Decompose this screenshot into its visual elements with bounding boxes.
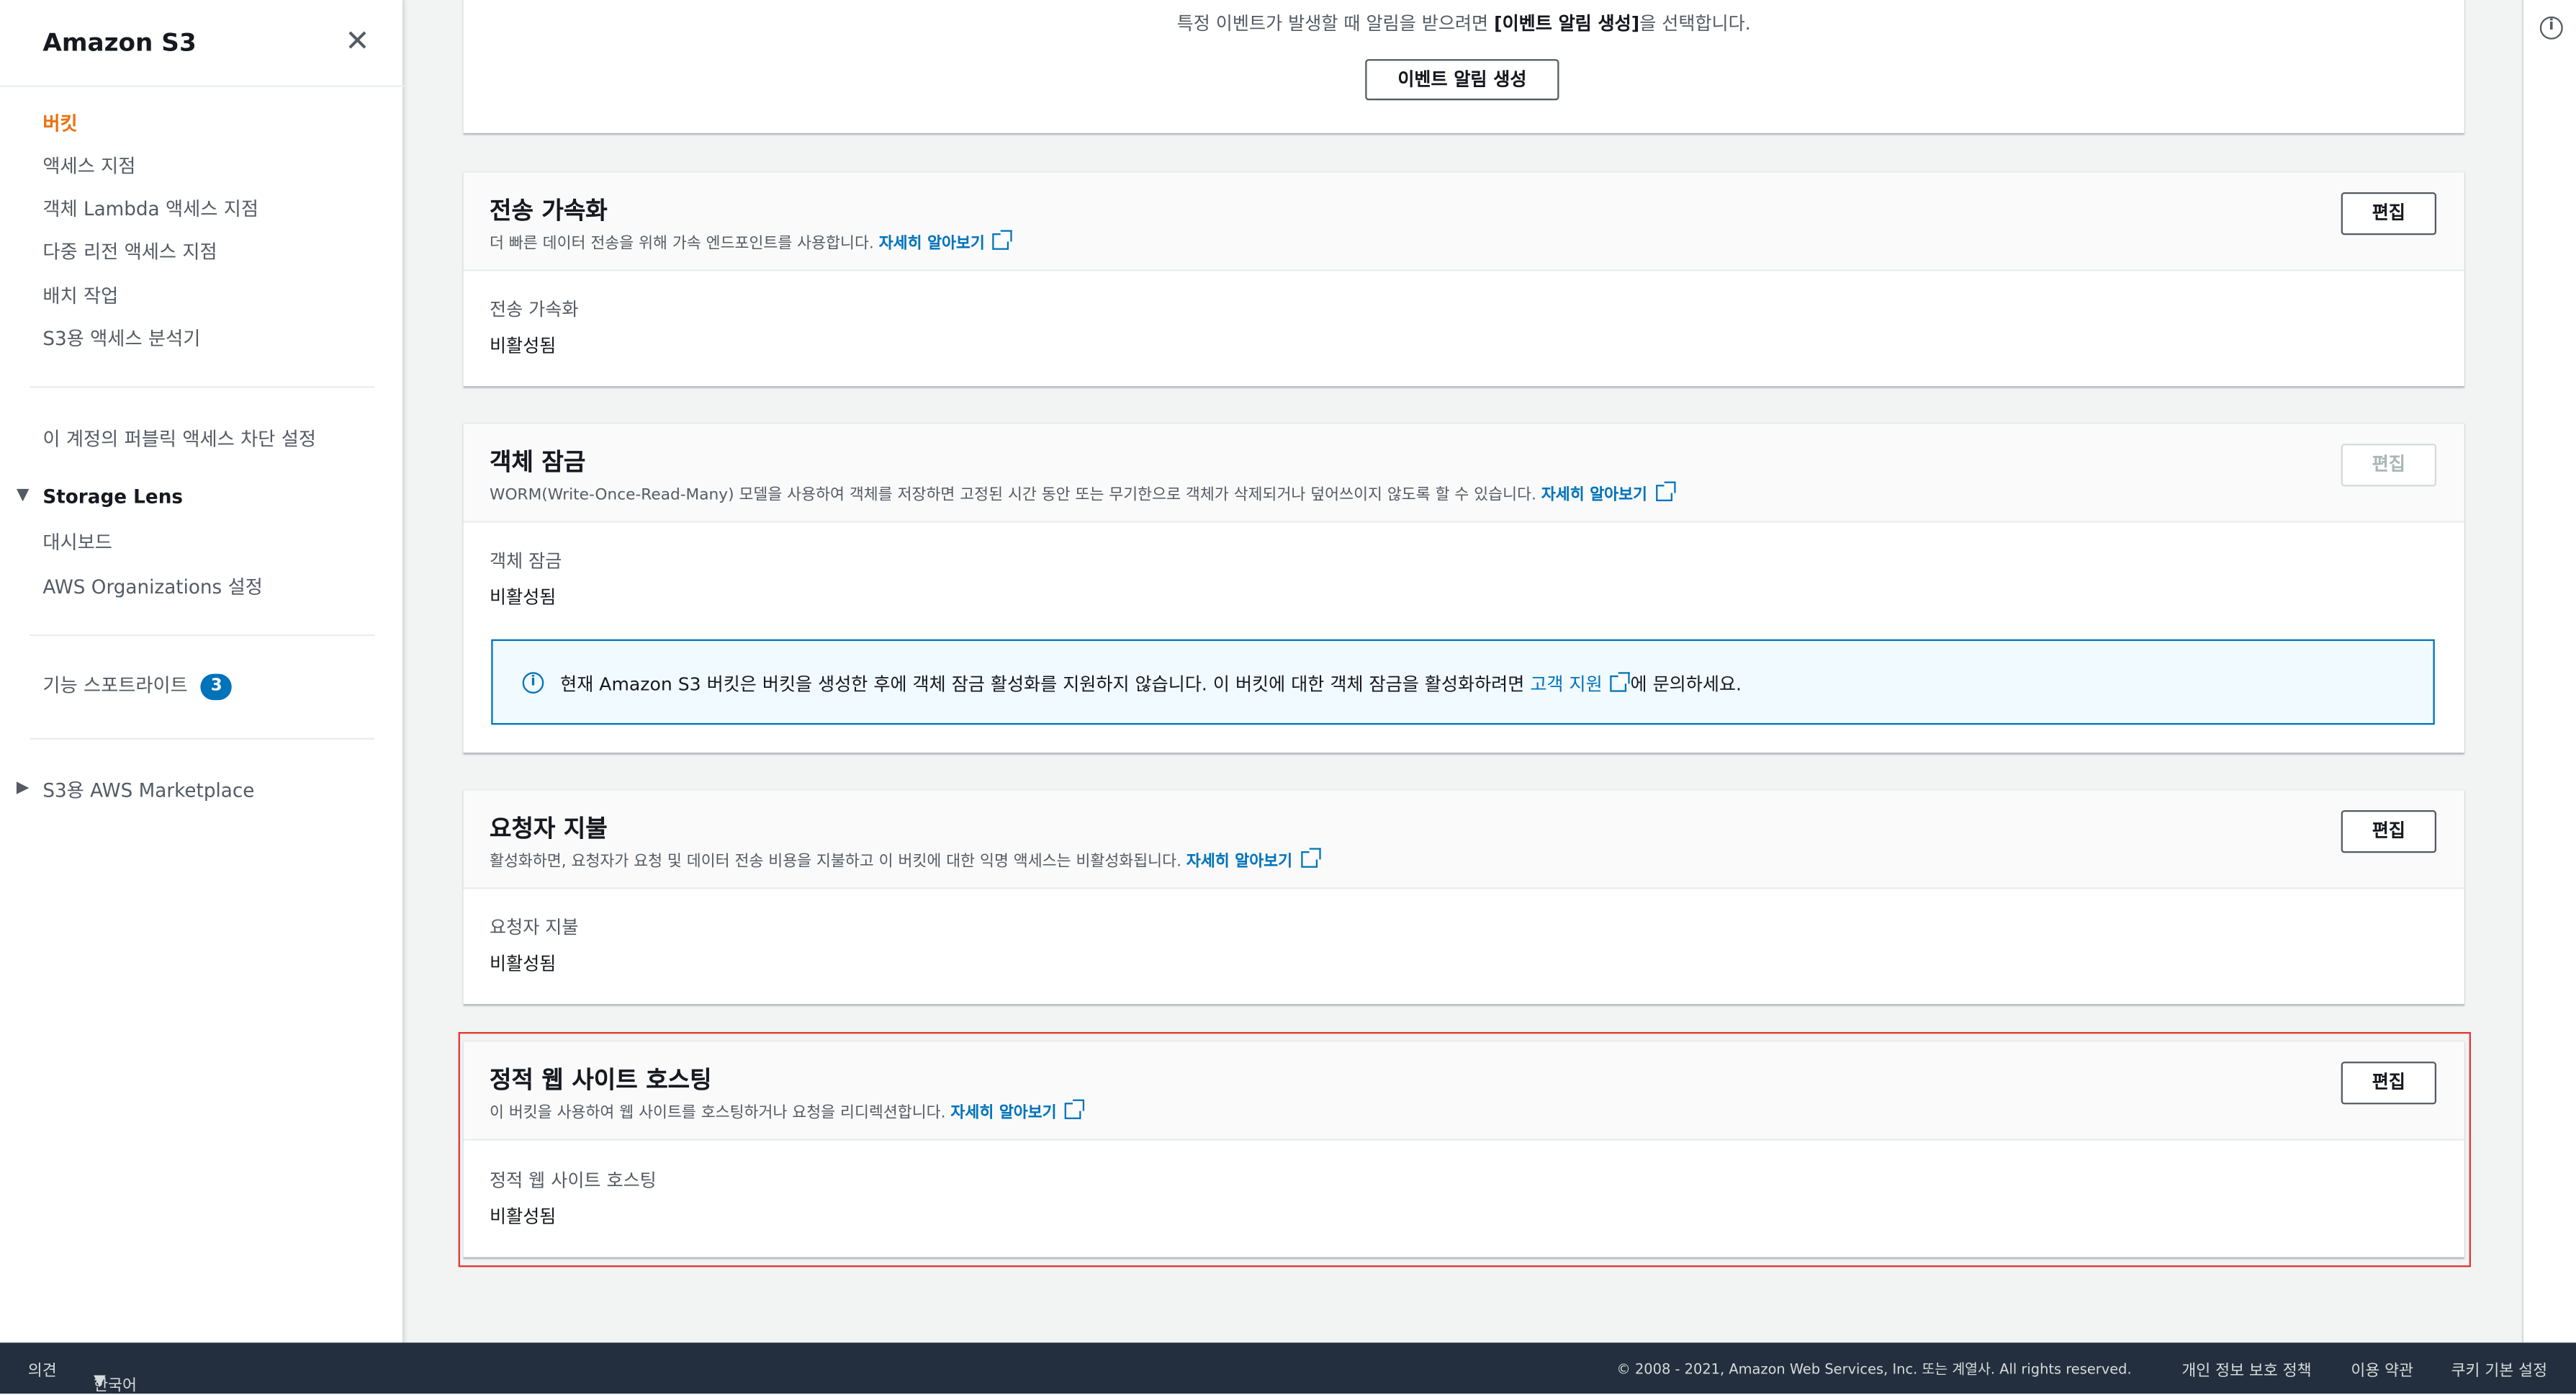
divider bbox=[30, 634, 375, 637]
feature-spotlight-label: 기능 스포트라이트 bbox=[42, 673, 188, 697]
sidebar-item-organizations[interactable]: AWS Organizations 설정 bbox=[42, 573, 263, 600]
events-text: 특정 이벤트가 발생할 때 알림을 받으려면 [이벤트 알림 생성]을 선택합니… bbox=[463, 10, 2464, 37]
info-icon: i bbox=[522, 672, 544, 694]
edit-button[interactable]: 편집 bbox=[2341, 809, 2437, 853]
external-link-icon bbox=[1655, 481, 1675, 501]
field-label: 요청자 지불 bbox=[490, 917, 579, 938]
sidebar-item-object-lambda[interactable]: 객체 Lambda 액세스 지점 bbox=[42, 196, 258, 223]
edit-button[interactable]: 편집 bbox=[2341, 192, 2437, 236]
external-link-icon bbox=[1300, 848, 1320, 868]
customer-support-link[interactable]: 고객 지원 bbox=[1530, 674, 1602, 696]
info-text: 현재 Amazon S3 버킷은 버킷을 생성한 후에 객체 잠금 활성화를 지… bbox=[560, 670, 1742, 697]
count-badge: 3 bbox=[201, 673, 233, 699]
card-title: 요청자 지불 bbox=[490, 817, 608, 843]
card-description: WORM(Write-Once-Read-Many) 모델을 사용하여 객체를 … bbox=[490, 481, 1675, 505]
event-notifications-card: 특정 이벤트가 발생할 때 알림을 받으려면 [이벤트 알림 생성]을 선택합니… bbox=[463, 0, 2464, 133]
external-link-icon bbox=[993, 230, 1013, 250]
field-value: 비활성됨 bbox=[490, 335, 557, 357]
caret-down-icon[interactable]: ▼ bbox=[17, 486, 30, 504]
divider bbox=[30, 386, 375, 388]
card-description: 더 빠른 데이터 전송을 위해 가속 엔드포인트를 사용합니다. 자세히 알아보… bbox=[490, 230, 1013, 254]
edit-button-disabled: 편집 bbox=[2341, 444, 2437, 487]
close-icon[interactable]: ✕ bbox=[345, 24, 369, 59]
learn-more-link[interactable]: 자세히 알아보기 bbox=[1186, 853, 1292, 871]
info-text-pre: 현재 Amazon S3 버킷은 버킷을 생성한 후에 객체 잠금 활성화를 지… bbox=[560, 673, 1531, 696]
field-label: 객체 잠금 bbox=[490, 550, 562, 573]
terms-link[interactable]: 이용 약관 bbox=[2351, 1358, 2413, 1381]
create-event-notification-button[interactable]: 이벤트 알림 생성 bbox=[1365, 59, 1559, 101]
learn-more-link[interactable]: 자세히 알아보기 bbox=[879, 235, 985, 253]
card-header: 전송 가속화 더 빠른 데이터 전송을 위해 가속 엔드포인트를 사용합니다. … bbox=[463, 172, 2464, 272]
card-header: 객체 잠금 WORM(Write-Once-Read-Many) 모델을 사용하… bbox=[463, 423, 2464, 523]
info-alert: i 현재 Amazon S3 버킷은 버킷을 생성한 후에 객체 잠금 활성화를… bbox=[491, 639, 2435, 725]
sidebar-item-access-analyzer[interactable]: S3용 액세스 분석기 bbox=[42, 326, 200, 352]
divider bbox=[0, 85, 405, 87]
info-text-post: 에 문의하세요. bbox=[1630, 673, 1742, 696]
privacy-link[interactable]: 개인 정보 보호 정책 bbox=[2181, 1358, 2311, 1381]
feedback-link[interactable]: 의견 bbox=[28, 1358, 57, 1381]
sidebar-item-marketplace[interactable]: S3용 AWS Marketplace bbox=[42, 777, 254, 804]
caret-right-icon[interactable]: ▶ bbox=[17, 779, 30, 797]
requester-pays-card: 요청자 지불 활성화하면, 요청자가 요청 및 데이터 전송 비용을 지불하고 … bbox=[463, 789, 2464, 1005]
external-link-icon bbox=[1611, 672, 1631, 692]
object-lock-card: 객체 잠금 WORM(Write-Once-Read-Many) 모델을 사용하… bbox=[463, 422, 2464, 753]
transfer-acceleration-card: 전송 가속화 더 빠른 데이터 전송을 위해 가속 엔드포인트를 사용합니다. … bbox=[463, 171, 2464, 387]
events-text-bold: [이벤트 알림 생성] bbox=[1494, 13, 1640, 35]
desc-text: 활성화하면, 요청자가 요청 및 데이터 전송 비용을 지불하고 이 버킷에 대… bbox=[490, 853, 1181, 871]
caret-down-icon: ▼ bbox=[94, 1372, 106, 1391]
sidebar-item-buckets[interactable]: 버킷 bbox=[42, 110, 77, 137]
sidebar-item-public-access[interactable]: 이 계정의 퍼블릭 액세스 차단 설정 bbox=[42, 426, 316, 452]
divider bbox=[30, 737, 375, 740]
highlight-box bbox=[458, 1032, 2471, 1268]
sidebar-item-access-points[interactable]: 액세스 지점 bbox=[42, 153, 135, 179]
events-text-post: 을 선택합니다. bbox=[1639, 13, 1751, 35]
sidebar-item-batch[interactable]: 배치 작업 bbox=[42, 282, 118, 309]
learn-more-link[interactable]: 자세히 알아보기 bbox=[1541, 486, 1647, 504]
sidebar-title: Amazon S3 bbox=[42, 27, 197, 58]
card-description: 활성화하면, 요청자가 요청 및 데이터 전송 비용을 지불하고 이 버킷에 대… bbox=[490, 848, 1320, 871]
footer: 의견 한국어 ▼ © 2008 - 2021, Amazon Web Servi… bbox=[0, 1342, 2576, 1395]
sidebar-item-multi-region[interactable]: 다중 리전 액세스 지점 bbox=[42, 238, 217, 265]
sidebar-section-storage-lens[interactable]: Storage Lens bbox=[42, 485, 183, 508]
cookie-preferences-link[interactable]: 쿠키 기본 설정 bbox=[2451, 1358, 2547, 1381]
sidebar-item-dashboard[interactable]: 대시보드 bbox=[42, 529, 112, 556]
card-title: 객체 잠금 bbox=[490, 450, 586, 477]
card-title: 전송 가속화 bbox=[490, 199, 608, 225]
desc-text: WORM(Write-Once-Read-Many) 모델을 사용하여 객체를 … bbox=[490, 486, 1536, 505]
card-header: 요청자 지불 활성화하면, 요청자가 요청 및 데이터 전송 비용을 지불하고 … bbox=[463, 790, 2464, 889]
field-label: 전송 가속화 bbox=[490, 299, 579, 320]
tools-panel: i bbox=[2521, 0, 2576, 1343]
desc-text: 더 빠른 데이터 전송을 위해 가속 엔드포인트를 사용합니다. bbox=[490, 235, 874, 254]
field-value: 비활성됨 bbox=[490, 586, 557, 609]
sidebar-item-feature-spotlight[interactable]: 기능 스포트라이트 3 bbox=[42, 672, 233, 699]
copyright: © 2008 - 2021, Amazon Web Services, Inc.… bbox=[1616, 1362, 2132, 1379]
field-value: 비활성됨 bbox=[490, 953, 557, 975]
events-text-pre: 특정 이벤트가 발생할 때 알림을 받으려면 bbox=[1176, 13, 1495, 35]
sidebar: Amazon S3 ✕ 버킷 액세스 지점 객체 Lambda 액세스 지점 다… bbox=[0, 0, 405, 1343]
info-icon[interactable]: i bbox=[2539, 16, 2563, 40]
